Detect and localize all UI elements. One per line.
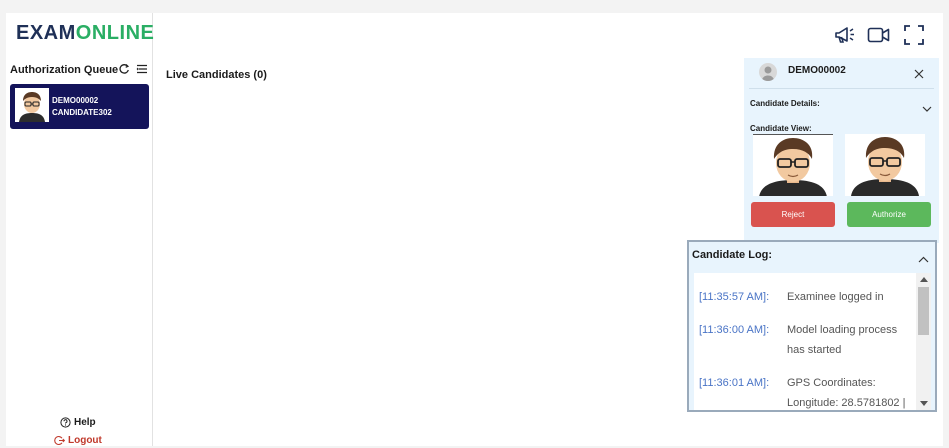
log-message: Examinee logged in (787, 291, 884, 303)
chevron-down-icon[interactable] (922, 100, 932, 118)
candidate-log-panel: Candidate Log: [11:35:57 AM]: Examinee l… (687, 240, 937, 412)
log-time: [11:36:01 AM]: (699, 377, 770, 389)
panel-divider (749, 88, 934, 89)
scroll-thumb[interactable] (918, 287, 929, 335)
app-window: EXAMONLINE Authorization Queue DEMO00002… (6, 13, 943, 446)
candidate-photo-registered (845, 134, 925, 196)
candidate-details-label[interactable]: Candidate Details: (750, 99, 820, 108)
sidebar: EXAMONLINE Authorization Queue DEMO00002… (6, 13, 154, 446)
help-circle-icon (60, 417, 71, 428)
candidate-photo-live (753, 134, 833, 196)
authorize-button[interactable]: Authorize (847, 202, 931, 227)
logout-link[interactable]: Logout (54, 435, 102, 446)
megaphone-icon[interactable] (833, 25, 855, 45)
reject-button[interactable]: Reject (751, 202, 835, 227)
live-candidates-title: Live Candidates (0) (166, 69, 267, 81)
log-time: [11:36:00 AM]: (699, 324, 770, 336)
close-icon[interactable] (914, 66, 924, 84)
candidate-name: CANDIDATE302 (52, 108, 112, 117)
log-scrollbar[interactable] (916, 273, 931, 410)
brand-part1: EXAM (16, 22, 76, 44)
candidate-panel: DEMO00002 Candidate Details: Candidate V… (744, 58, 939, 243)
queue-title: Authorization Queue (10, 64, 119, 76)
candidate-log-list[interactable]: [11:35:57 AM]: Examinee logged in [11:36… (694, 273, 931, 410)
logout-label: Logout (68, 435, 102, 446)
brand-part2: ONLINE (75, 22, 155, 44)
queue-actions (118, 63, 148, 75)
candidate-view-label: Candidate View: (750, 124, 812, 133)
candidate-log-title: Candidate Log: (692, 249, 773, 261)
scroll-up-icon[interactable] (920, 277, 928, 282)
queue-candidate-card[interactable]: DEMO00002 CANDIDATE302 (10, 84, 149, 129)
top-toolbar (833, 24, 925, 46)
fullscreen-icon[interactable] (903, 24, 925, 46)
chevron-up-icon[interactable] (918, 250, 929, 268)
panel-candidate-id: DEMO00002 (788, 65, 846, 76)
user-avatar-icon (759, 63, 777, 81)
brand-logo: EXAMONLINE (16, 22, 154, 45)
log-message: Model loading process has started (787, 324, 898, 356)
log-time: [11:35:57 AM]: (699, 291, 770, 303)
refresh-icon[interactable] (118, 63, 130, 75)
scroll-down-icon[interactable] (920, 401, 928, 406)
candidate-id: DEMO00002 (52, 96, 99, 105)
candidate-avatar (15, 88, 49, 122)
help-link[interactable]: Help (60, 417, 96, 428)
log-message: GPS Coordinates: Longitude: 28.5781802 | (787, 377, 906, 409)
list-filter-icon[interactable] (136, 63, 148, 75)
video-camera-icon[interactable] (867, 26, 891, 44)
logout-icon (54, 436, 65, 445)
help-label: Help (74, 417, 96, 428)
